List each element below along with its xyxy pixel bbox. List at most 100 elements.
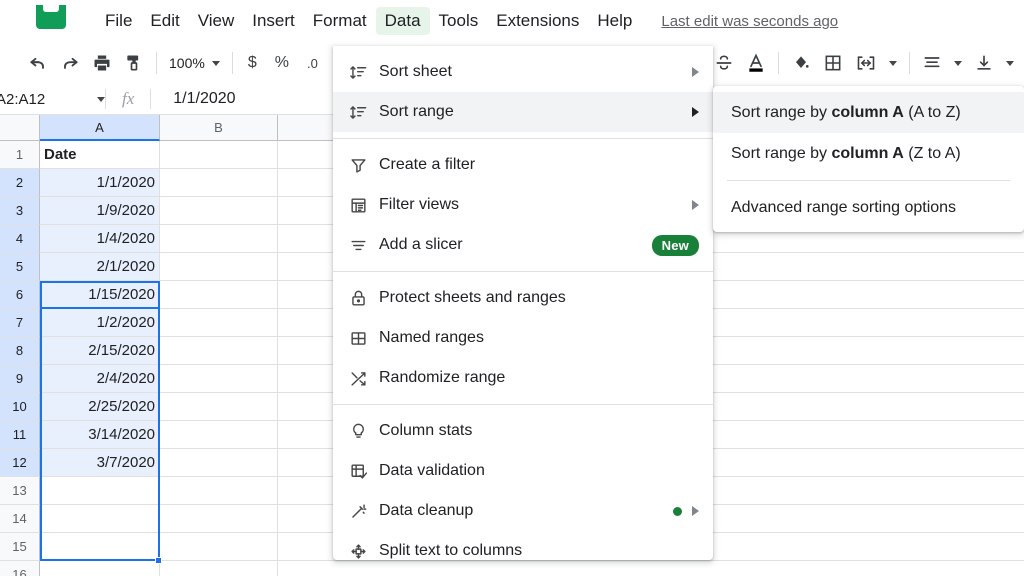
row-header-3[interactable]: 3 — [0, 197, 40, 225]
merge-cells-icon[interactable] — [849, 49, 883, 77]
vertical-align-icon[interactable] — [968, 49, 1000, 77]
column-header-a[interactable]: A — [40, 115, 160, 141]
menu-view[interactable]: View — [189, 7, 244, 35]
fill-handle[interactable] — [155, 557, 162, 564]
fill-color-icon[interactable] — [785, 49, 817, 77]
cell-b6[interactable] — [160, 281, 278, 309]
cell-a16[interactable] — [40, 561, 160, 576]
submenu-item-sort-ztoa[interactable]: Sort range by column A (Z to A) — [713, 133, 1024, 174]
cell-a13[interactable] — [40, 477, 160, 505]
redo-icon[interactable] — [54, 49, 86, 77]
name-box[interactable]: A2:A12 — [0, 91, 105, 108]
zoom-control[interactable]: 100% — [163, 55, 226, 71]
currency-format-button[interactable]: $ — [239, 54, 266, 72]
menu-item-named-ranges[interactable]: Named ranges — [333, 318, 713, 358]
row-header-5[interactable]: 5 — [0, 253, 40, 281]
cell-b7[interactable] — [160, 309, 278, 337]
cell-b2[interactable] — [160, 169, 278, 197]
cell-b9[interactable] — [160, 365, 278, 393]
borders-icon[interactable] — [817, 49, 849, 77]
paint-format-icon[interactable] — [118, 49, 150, 77]
cell-b5[interactable] — [160, 253, 278, 281]
text-color-icon[interactable] — [740, 49, 772, 77]
menu-item-randomize-range[interactable]: Randomize range — [333, 358, 713, 398]
row-header-6[interactable]: 6 — [0, 281, 40, 309]
row-header-8[interactable]: 8 — [0, 337, 40, 365]
menu-item-filter-views[interactable]: Filter views — [333, 185, 713, 225]
submenu-item-advanced-range-sorting-options[interactable]: Advanced range sorting options — [713, 187, 1024, 228]
cell-b15[interactable] — [160, 533, 278, 561]
row-header-13[interactable]: 13 — [0, 477, 40, 505]
cell-a10[interactable]: 2/25/2020 — [40, 393, 160, 421]
data-menu-dropdown: Sort sheet Sort range Create a filter Filte… — [333, 46, 713, 560]
menu-item-data-cleanup[interactable]: Data cleanup — [333, 491, 713, 531]
row-header-9[interactable]: 9 — [0, 365, 40, 393]
submenu-arrow-icon — [692, 107, 699, 117]
row-header-11[interactable]: 11 — [0, 421, 40, 449]
row-header-4[interactable]: 4 — [0, 225, 40, 253]
cell-b13[interactable] — [160, 477, 278, 505]
cell-b14[interactable] — [160, 505, 278, 533]
cell-a8[interactable]: 2/15/2020 — [40, 337, 160, 365]
horizontal-align-icon[interactable] — [916, 49, 948, 77]
row-header-15[interactable]: 15 — [0, 533, 40, 561]
cell-b4[interactable] — [160, 225, 278, 253]
submenu-item-sort-atoz[interactable]: Sort range by column A (A to Z) — [713, 92, 1024, 133]
cell-b12[interactable] — [160, 449, 278, 477]
menu-item-data-validation[interactable]: Data validation — [333, 451, 713, 491]
menu-help[interactable]: Help — [588, 7, 641, 35]
menu-item-protect-sheets-and-ranges[interactable]: Protect sheets and ranges — [333, 278, 713, 318]
cell-a9[interactable]: 2/4/2020 — [40, 365, 160, 393]
menu-extensions[interactable]: Extensions — [487, 7, 588, 35]
menu-item-label: Filter views — [379, 196, 460, 213]
percent-format-button[interactable]: % — [266, 54, 298, 72]
cell-b16[interactable] — [160, 561, 278, 576]
column-header-b[interactable]: B — [160, 115, 278, 141]
cell-a3[interactable]: 1/9/2020 — [40, 197, 160, 225]
menu-file[interactable]: File — [96, 7, 141, 35]
menu-item-split-text-to-columns[interactable]: Split text to columns — [333, 531, 713, 571]
cell-a14[interactable] — [40, 505, 160, 533]
last-edit-status[interactable]: Last edit was seconds ago — [661, 13, 838, 30]
menu-item-sort-sheet[interactable]: Sort sheet — [333, 52, 713, 92]
print-icon[interactable] — [86, 49, 118, 77]
decrease-decimal-button[interactable]: .0 — [298, 56, 327, 71]
row-header-1[interactable]: 1 — [0, 141, 40, 169]
formula-input[interactable]: 1/1/2020 — [151, 90, 235, 108]
menu-tools[interactable]: Tools — [430, 7, 488, 35]
row-header-7[interactable]: 7 — [0, 309, 40, 337]
menu-format[interactable]: Format — [304, 7, 376, 35]
cell-b10[interactable] — [160, 393, 278, 421]
cell-a15[interactable] — [40, 533, 160, 561]
cell-a4[interactable]: 1/4/2020 — [40, 225, 160, 253]
row-header-12[interactable]: 12 — [0, 449, 40, 477]
cell-a7[interactable]: 1/2/2020 — [40, 309, 160, 337]
select-all-corner[interactable] — [0, 115, 40, 141]
row-header-16[interactable]: 16 — [0, 561, 40, 576]
menu-edit[interactable]: Edit — [141, 7, 188, 35]
menu-insert[interactable]: Insert — [243, 7, 304, 35]
vertical-align-dropdown[interactable] — [1000, 49, 1020, 77]
menu-item-sort-range[interactable]: Sort range — [333, 92, 713, 132]
cell-b11[interactable] — [160, 421, 278, 449]
horizontal-align-dropdown[interactable] — [948, 49, 968, 77]
merge-cells-dropdown[interactable] — [883, 49, 903, 77]
row-header-2[interactable]: 2 — [0, 169, 40, 197]
menu-data[interactable]: Data — [375, 7, 430, 35]
cell-a12[interactable]: 3/7/2020 — [40, 449, 160, 477]
menu-item-create-a-filter[interactable]: Create a filter — [333, 145, 713, 185]
cell-b8[interactable] — [160, 337, 278, 365]
cell-a5[interactable]: 2/1/2020 — [40, 253, 160, 281]
cell-b3[interactable] — [160, 197, 278, 225]
cell-a6[interactable]: 1/15/2020 — [40, 281, 160, 309]
cell-a11[interactable]: 3/14/2020 — [40, 421, 160, 449]
menu-item-column-stats[interactable]: Column stats — [333, 411, 713, 451]
chevron-down-icon — [97, 96, 105, 102]
row-header-14[interactable]: 14 — [0, 505, 40, 533]
cell-a1[interactable]: Date — [40, 141, 160, 169]
row-header-10[interactable]: 10 — [0, 393, 40, 421]
menu-item-add-a-slicer[interactable]: Add a slicer New — [333, 225, 713, 265]
cell-a2[interactable]: 1/1/2020 — [40, 169, 160, 197]
cell-b1[interactable] — [160, 141, 278, 169]
undo-icon[interactable] — [22, 49, 54, 77]
